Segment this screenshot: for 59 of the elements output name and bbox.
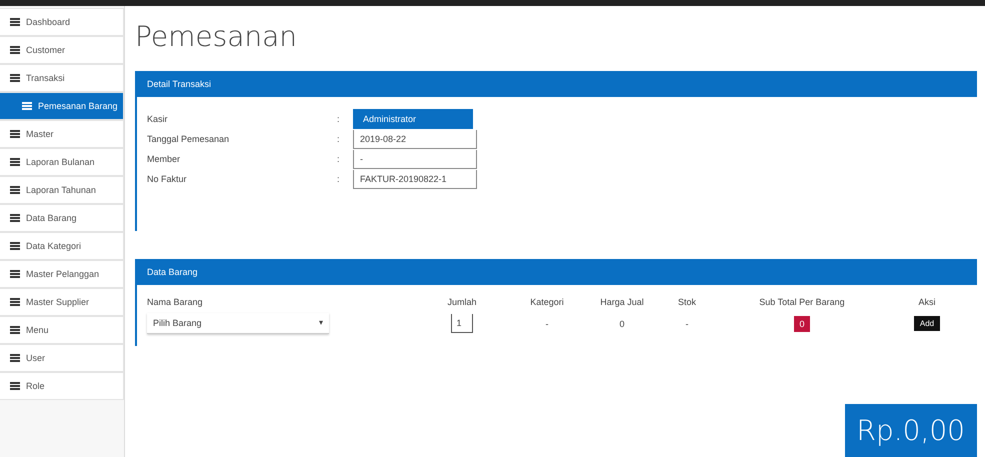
list-icon: [10, 46, 20, 54]
total-amount: Rp.0,00: [844, 404, 977, 457]
list-icon: [10, 242, 20, 250]
subtotal-badge: 0: [794, 316, 810, 332]
field-label: No Faktur: [147, 174, 188, 184]
field-label: Kasir: [147, 114, 169, 124]
sidebar-item[interactable]: Dashboard: [0, 8, 124, 36]
sidebar-item[interactable]: Laporan Tahunan: [0, 176, 124, 204]
product-select[interactable]: Pilih Barang ▾: [147, 313, 329, 334]
list-icon: [10, 74, 20, 82]
sidebar-item[interactable]: Data Barang: [0, 204, 124, 232]
colon: :: [337, 174, 341, 184]
field-value: -: [353, 150, 477, 168]
column-header: Stok: [676, 297, 697, 307]
caret-icon: ▾: [319, 318, 323, 328]
sidebar-item[interactable]: Master Pelanggan: [0, 260, 124, 288]
sidebar-item[interactable]: Master Supplier: [0, 288, 124, 316]
list-icon: [10, 354, 20, 362]
sidebar-item[interactable]: Data Kategori: [0, 232, 124, 260]
panel-header: Detail Transaksi: [137, 71, 977, 97]
column-header: Kategori: [529, 297, 565, 307]
list-icon: [22, 102, 32, 110]
sidebar-item[interactable]: Transaksi: [0, 64, 124, 92]
field-label: Member: [147, 154, 182, 164]
colon: :: [337, 114, 341, 124]
list-icon: [10, 158, 20, 166]
category-value: -: [544, 318, 550, 328]
sidebar-item[interactable]: Customer: [0, 36, 124, 64]
sidebar-item[interactable]: Laporan Bulanan: [0, 148, 124, 176]
column-header: Sub Total Per Barang: [758, 297, 846, 307]
list-icon: [10, 186, 20, 194]
add-button[interactable]: Add: [914, 316, 940, 331]
list-icon: [10, 214, 20, 222]
list-icon: [10, 270, 20, 278]
column-header: Aksi: [917, 297, 936, 307]
stock-value: -: [684, 318, 690, 328]
list-icon: [10, 298, 20, 306]
quantity-input[interactable]: 1: [451, 314, 472, 333]
list-icon: [10, 130, 20, 138]
list-icon: [10, 382, 20, 390]
field-value: 2019-08-22: [353, 130, 477, 148]
price-value: 0: [618, 318, 626, 328]
sidebar-item[interactable]: Role: [0, 372, 124, 400]
panel-header: Data Barang: [137, 259, 977, 285]
field-value: FAKTUR-20190822-1: [353, 170, 477, 188]
page-title: Pemesanan: [135, 20, 298, 53]
sidebar-item[interactable]: Menu: [0, 316, 124, 344]
column-header: Harga Jual: [599, 297, 645, 307]
cashier-badge: Administrator: [353, 109, 473, 129]
column-header: Jumlah: [446, 297, 478, 307]
list-icon: [10, 326, 20, 334]
sidebar-item[interactable]: Master: [0, 120, 124, 148]
field-label: Tanggal Pemesanan: [147, 134, 230, 144]
sidebar-item[interactable]: User: [0, 344, 124, 372]
list-icon: [10, 18, 20, 26]
colon: :: [337, 134, 341, 144]
colon: :: [337, 154, 341, 164]
sidebar-item[interactable]: Pemesanan Barang: [0, 92, 124, 120]
column-header: Nama Barang: [147, 297, 204, 307]
